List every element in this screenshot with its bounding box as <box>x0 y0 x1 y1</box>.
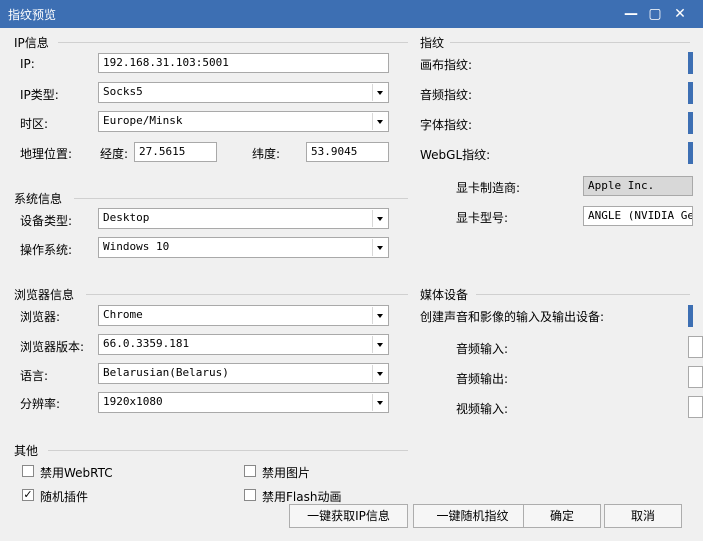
ip-type-label: IP类型: <box>20 88 59 102</box>
audio-input-label: 音频输入: <box>456 342 509 356</box>
section-divider <box>58 42 408 43</box>
latitude-input[interactable]: 53.9045 <box>306 142 389 162</box>
browser-value: Chrome <box>103 308 143 321</box>
media-desc-value[interactable] <box>688 305 693 327</box>
plugins-checkbox[interactable]: ✓ <box>22 489 34 501</box>
language-select[interactable]: Belarusian(Belarus) <box>98 363 389 384</box>
gpu-vendor-input[interactable]: Apple Inc. <box>583 176 693 196</box>
chevron-down-icon[interactable] <box>372 307 387 324</box>
title-bar: 指纹预览 — ▢ ✕ <box>0 0 703 28</box>
device-type-label: 设备类型: <box>20 214 73 228</box>
close-icon[interactable]: ✕ <box>671 5 689 23</box>
device-type-value: Desktop <box>103 211 150 224</box>
section-divider <box>450 42 690 43</box>
section-divider <box>86 294 408 295</box>
timezone-select[interactable]: Europe/Minsk <box>98 111 389 132</box>
section-ip-title: IP信息 <box>14 36 49 50</box>
get-ip-info-button[interactable]: 一键获取IP信息 <box>289 504 408 528</box>
chevron-down-icon[interactable] <box>372 394 387 411</box>
timezone-label: 时区: <box>20 117 49 131</box>
ok-button[interactable]: 确定 <box>523 504 601 528</box>
language-label: 语言: <box>20 369 49 383</box>
os-select[interactable]: Windows 10 <box>98 237 389 258</box>
maximize-icon[interactable]: ▢ <box>646 5 664 23</box>
ip-input[interactable]: 192.168.31.103:5001 <box>98 53 389 73</box>
section-divider <box>476 294 690 295</box>
webgl-fp-value[interactable] <box>688 142 693 164</box>
chevron-down-icon[interactable] <box>372 84 387 101</box>
ip-label: IP: <box>20 57 35 71</box>
chevron-down-icon[interactable] <box>372 239 387 256</box>
images-label[interactable]: 禁用图片 <box>262 464 310 481</box>
gpu-model-label: 显卡型号: <box>456 211 509 225</box>
media-description: 创建声音和影像的输入及输出设备: <box>420 310 605 324</box>
gpu-model-input[interactable]: ANGLE (NVIDIA GeFo <box>583 206 693 226</box>
ip-type-value: Socks5 <box>103 85 143 98</box>
section-media-title: 媒体设备 <box>420 288 469 302</box>
font-fp-label: 字体指纹: <box>420 118 473 132</box>
chevron-down-icon[interactable] <box>372 210 387 227</box>
gpu-vendor-label: 显卡制造商: <box>456 181 521 195</box>
chevron-down-icon[interactable] <box>372 336 387 353</box>
audio-fp-label: 音频指纹: <box>420 88 473 102</box>
section-divider <box>48 450 408 451</box>
webrtc-checkbox[interactable] <box>22 465 34 477</box>
images-checkbox[interactable] <box>244 465 256 477</box>
language-value: Belarusian(Belarus) <box>103 366 229 379</box>
minimize-icon[interactable]: — <box>622 5 640 23</box>
longitude-label: 经度: <box>100 147 129 161</box>
timezone-value: Europe/Minsk <box>103 114 183 127</box>
canvas-fp-value[interactable] <box>688 52 693 74</box>
font-fp-value[interactable] <box>688 112 693 134</box>
geo-label: 地理位置: <box>20 147 73 161</box>
resolution-value: 1920x1080 <box>103 395 163 408</box>
device-type-select[interactable]: Desktop <box>98 208 389 229</box>
audio-fp-value[interactable] <box>688 82 693 104</box>
plugins-label[interactable]: 随机插件 <box>40 488 88 505</box>
section-browser-title: 浏览器信息 <box>14 288 75 302</box>
longitude-input[interactable]: 27.5615 <box>134 142 217 162</box>
window-title: 指纹预览 <box>8 8 57 22</box>
section-other-title: 其他 <box>14 444 39 458</box>
check-icon: ✓ <box>23 488 33 501</box>
random-fingerprint-button[interactable]: 一键随机指纹 <box>413 504 532 528</box>
webgl-fp-label: WebGL指纹: <box>420 148 491 162</box>
os-label: 操作系统: <box>20 243 73 257</box>
section-system-title: 系统信息 <box>14 192 63 206</box>
video-input-label: 视频输入: <box>456 402 509 416</box>
browser-label: 浏览器: <box>20 310 61 324</box>
chevron-down-icon[interactable] <box>372 113 387 130</box>
resolution-label: 分辨率: <box>20 397 61 411</box>
browser-version-select[interactable]: 66.0.3359.181 <box>98 334 389 355</box>
ip-type-select[interactable]: Socks5 <box>98 82 389 103</box>
section-divider <box>74 198 408 199</box>
audio-input-field[interactable] <box>688 336 703 358</box>
section-fingerprint-title: 指纹 <box>420 36 445 50</box>
video-input-field[interactable] <box>688 396 703 418</box>
browser-version-label: 浏览器版本: <box>20 340 85 354</box>
canvas-fp-label: 画布指纹: <box>420 58 473 72</box>
chevron-down-icon[interactable] <box>372 365 387 382</box>
browser-select[interactable]: Chrome <box>98 305 389 326</box>
webrtc-label[interactable]: 禁用WebRTC <box>40 464 113 481</box>
audio-output-label: 音频输出: <box>456 372 509 386</box>
flash-label[interactable]: 禁用Flash动画 <box>262 488 341 505</box>
resolution-select[interactable]: 1920x1080 <box>98 392 389 413</box>
cancel-button[interactable]: 取消 <box>604 504 682 528</box>
os-value: Windows 10 <box>103 240 170 253</box>
audio-output-field[interactable] <box>688 366 703 388</box>
browser-version-value: 66.0.3359.181 <box>103 337 190 350</box>
latitude-label: 纬度: <box>252 147 281 161</box>
flash-checkbox[interactable] <box>244 489 256 501</box>
